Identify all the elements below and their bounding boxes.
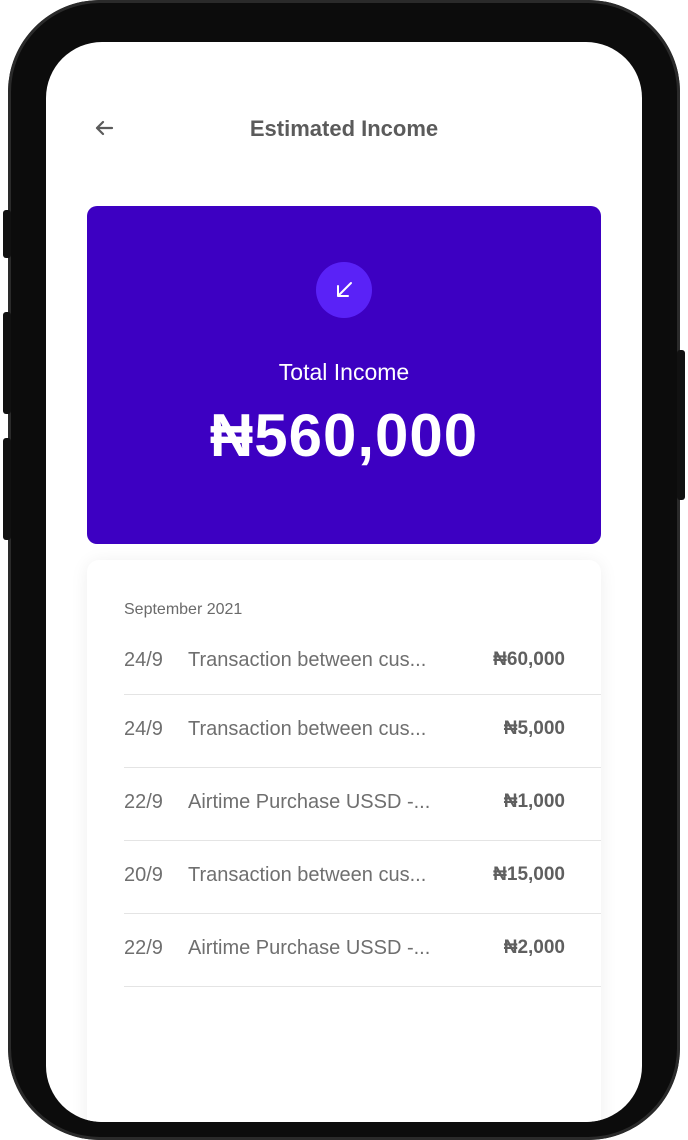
- transaction-row[interactable]: 24/9 Transaction between cus... ₦60,000: [124, 634, 601, 695]
- arrow-down-left-icon: [316, 262, 372, 318]
- transaction-description: Airtime Purchase USSD -...: [188, 791, 431, 813]
- phone-side-button: [3, 210, 11, 258]
- transactions-list: 24/9 Transaction between cus... ₦60,000 …: [124, 634, 601, 987]
- total-income-card: Total Income ₦560,000: [87, 206, 601, 544]
- transactions-card: September 2021 24/9 Transaction between …: [87, 560, 601, 1122]
- phone-volume-up-button: [3, 312, 11, 414]
- phone-volume-down-button: [3, 438, 11, 540]
- transaction-date: 24/9: [124, 718, 163, 740]
- transaction-description: Transaction between cus...: [188, 649, 427, 671]
- transaction-amount: ₦5,000: [503, 718, 565, 739]
- transaction-row[interactable]: 22/9 Airtime Purchase USSD -... ₦1,000: [124, 768, 601, 841]
- total-income-label: Total Income: [278, 359, 410, 385]
- transaction-row[interactable]: 20/9 Transaction between cus... ₦15,000: [124, 841, 601, 914]
- transaction-description: Airtime Purchase USSD -...: [188, 937, 431, 959]
- transaction-date: 22/9: [124, 791, 163, 813]
- transaction-date: 24/9: [124, 649, 163, 671]
- transaction-amount: ₦2,000: [503, 937, 565, 958]
- page-title: Estimated Income: [249, 116, 439, 141]
- phone-power-button: [677, 350, 685, 500]
- app-screen: Estimated Income Total Income ₦560,000 S…: [46, 42, 642, 1122]
- transaction-row[interactable]: 24/9 Transaction between cus... ₦5,000: [124, 695, 601, 768]
- transaction-date: 22/9: [124, 937, 163, 959]
- total-income-amount: ₦560,000: [209, 402, 479, 469]
- transaction-amount: ₦60,000: [493, 649, 565, 670]
- transactions-month-heading: September 2021: [124, 601, 243, 618]
- transaction-row[interactable]: 22/9 Airtime Purchase USSD -... ₦2,000: [124, 914, 601, 987]
- transaction-description: Transaction between cus...: [188, 864, 427, 886]
- transaction-description: Transaction between cus...: [188, 718, 427, 740]
- transaction-date: 20/9: [124, 864, 163, 886]
- transaction-amount: ₦15,000: [493, 864, 565, 885]
- transaction-amount: ₦1,000: [503, 791, 565, 812]
